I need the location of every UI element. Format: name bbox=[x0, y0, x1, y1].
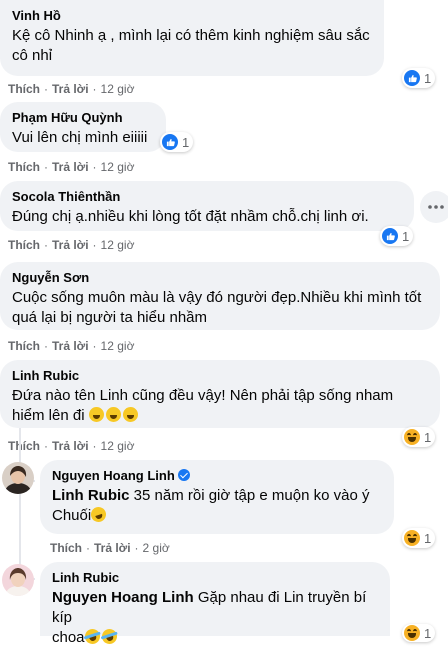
laughing-emoji-icon bbox=[88, 407, 104, 422]
like-reaction-icon bbox=[382, 228, 398, 244]
comment-text: Đứa nào tên Linh cũng đều vậy! Nên phải … bbox=[12, 386, 428, 426]
mention-tag[interactable]: Linh Rubic bbox=[52, 487, 130, 504]
like-link[interactable]: Thích bbox=[8, 439, 40, 453]
reply-link[interactable]: Trả lời bbox=[52, 82, 89, 96]
comment-bubble: Nguyễn Sơn Cuộc sống muôn màu là vậy đó … bbox=[0, 262, 440, 330]
comment-author[interactable]: Linh Rubic bbox=[12, 368, 428, 384]
reply-text-line: Chuối bbox=[52, 507, 92, 524]
reply-author[interactable]: Linh Rubic bbox=[52, 570, 378, 586]
reply-link[interactable]: Trả lời bbox=[52, 160, 89, 174]
comment-bubble: Linh Rubic Đứa nào tên Linh cũng đều vậy… bbox=[0, 360, 440, 428]
reaction-count[interactable]: 1 bbox=[402, 528, 436, 548]
like-link[interactable]: Thích bbox=[8, 339, 40, 353]
like-link[interactable]: Thích bbox=[8, 238, 40, 252]
comment-text-body: Đứa nào tên Linh cũng đều vậy! Nên phải … bbox=[12, 387, 394, 424]
timestamp[interactable]: 12 giờ bbox=[101, 339, 135, 353]
comment-actions: Thích · Trả lời · 12 giờ bbox=[8, 238, 135, 252]
timestamp[interactable]: 12 giờ bbox=[101, 160, 135, 174]
reply-author[interactable]: Nguyen Hoang Linh bbox=[52, 468, 382, 484]
mention-tag[interactable]: Nguyen Hoang Linh bbox=[52, 589, 194, 606]
haha-reaction-icon bbox=[404, 429, 420, 445]
verified-badge-icon bbox=[177, 469, 190, 481]
rofl-emoji-icon bbox=[82, 627, 102, 646]
reaction-count[interactable]: 1 bbox=[402, 624, 436, 642]
reply-text-line: 35 năm rồi giờ tập e muộn ko vào ý bbox=[129, 487, 370, 504]
reaction-number: 1 bbox=[424, 429, 432, 445]
laughing-emoji-icon bbox=[105, 407, 121, 422]
reply-text: Nguyen Hoang Linh Gặp nhau đi Lin truyền… bbox=[52, 588, 378, 648]
reaction-number: 1 bbox=[424, 70, 432, 86]
comment-bubble: Vinh Hồ Kệ cô Nhinh ạ , mình lại có thêm… bbox=[0, 0, 384, 76]
like-reaction-icon bbox=[162, 134, 178, 150]
reply-link[interactable]: Trả lời bbox=[52, 439, 89, 453]
reply-link[interactable]: Trả lời bbox=[52, 238, 89, 252]
like-link[interactable]: Thích bbox=[50, 541, 82, 555]
timestamp[interactable]: 2 giờ bbox=[143, 541, 170, 555]
reaction-number: 1 bbox=[402, 228, 410, 244]
timestamp[interactable]: 12 giờ bbox=[101, 439, 135, 453]
comment-actions: Thích · Trả lời · 12 giờ bbox=[8, 439, 135, 453]
reaction-count[interactable]: 1 bbox=[160, 132, 194, 152]
like-link[interactable]: Thích bbox=[8, 82, 40, 96]
reaction-number: 1 bbox=[424, 530, 432, 546]
avatar-nguyen-hoang-linh[interactable] bbox=[2, 462, 34, 494]
rofl-emoji-icon bbox=[99, 627, 119, 646]
comment-bubble: Socola Thiênthần Đúng chị ạ.nhiều khi lò… bbox=[0, 181, 414, 231]
comment-bubble: Phạm Hữu Quỳnh Vui lên chị mình eiiiii bbox=[0, 102, 166, 152]
comment-text: Đúng chị ạ.nhiều khi lòng tốt đặt nhầm c… bbox=[12, 208, 369, 225]
reply-actions: Thích · Trả lời · 2 giờ bbox=[50, 541, 170, 555]
reply-bubble: Nguyen Hoang Linh Linh Rubic 35 năm rồi … bbox=[40, 460, 394, 534]
reply-link[interactable]: Trả lời bbox=[52, 339, 89, 353]
thread-line bbox=[19, 428, 21, 564]
comment-actions: Thích · Trả lời · 12 giờ bbox=[8, 82, 135, 96]
reaction-count[interactable]: 1 bbox=[380, 226, 414, 246]
comment-author[interactable]: Vinh Hồ bbox=[12, 8, 372, 24]
reply-text: Linh Rubic 35 năm rồi giờ tập e muộn ko … bbox=[52, 486, 382, 526]
like-link[interactable]: Thích bbox=[8, 160, 40, 174]
haha-reaction-icon bbox=[404, 625, 420, 641]
more-options-button[interactable] bbox=[420, 191, 448, 223]
comment-actions: Thích · Trả lời · 12 giờ bbox=[8, 339, 135, 353]
comment-text: Kệ cô Nhinh ạ , mình lại có thêm kinh ng… bbox=[12, 27, 370, 64]
haha-reaction-icon bbox=[404, 530, 420, 546]
avatar-linh-rubic[interactable] bbox=[2, 564, 34, 596]
comment-text: Vui lên chị mình eiiiii bbox=[12, 129, 148, 146]
reply-author-name: Nguyen Hoang Linh bbox=[52, 468, 175, 483]
reaction-number: 1 bbox=[182, 134, 190, 150]
ellipsis-icon bbox=[428, 205, 444, 209]
timestamp[interactable]: 12 giờ bbox=[101, 238, 135, 252]
reaction-count[interactable]: 1 bbox=[402, 68, 436, 88]
laughing-emoji-icon bbox=[122, 407, 138, 422]
like-reaction-icon bbox=[404, 70, 420, 86]
comment-text: Cuộc sống muôn màu là vậy đó người đẹp.N… bbox=[12, 289, 422, 326]
comment-actions: Thích · Trả lời · 12 giờ bbox=[8, 160, 135, 174]
comment-author[interactable]: Socola Thiênthần bbox=[12, 189, 402, 205]
comment-author[interactable]: Nguyễn Sơn bbox=[12, 270, 428, 286]
comment-author[interactable]: Phạm Hữu Quỳnh bbox=[12, 110, 154, 126]
timestamp[interactable]: 12 giờ bbox=[101, 82, 135, 96]
laughing-emoji-icon bbox=[89, 505, 109, 524]
reaction-count[interactable]: 1 bbox=[402, 427, 436, 447]
reply-bubble: Linh Rubic Nguyen Hoang Linh Gặp nhau đi… bbox=[40, 562, 390, 646]
reaction-number: 1 bbox=[424, 625, 432, 641]
reply-link[interactable]: Trả lời bbox=[94, 541, 131, 555]
